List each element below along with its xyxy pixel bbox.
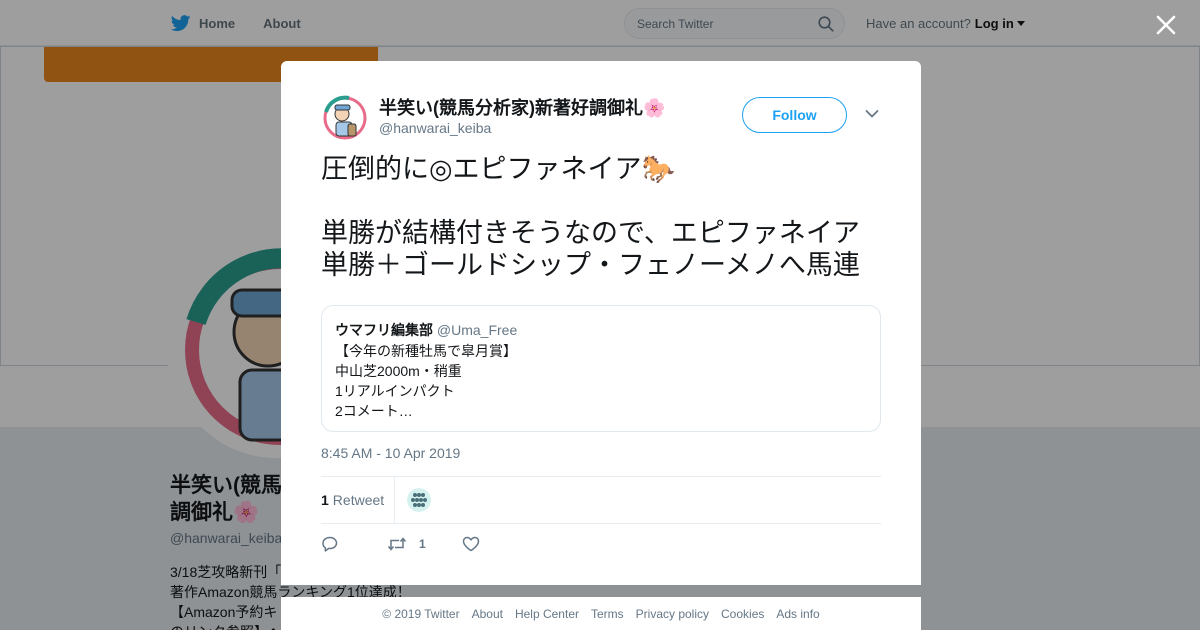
footer-copyright: © 2019 Twitter: [382, 606, 460, 621]
retweeter-avatar-image: [407, 488, 432, 512]
quoted-tweet[interactable]: ウマフリ編集部 @Uma_Free 【今年の新種牡馬で皐月賞】 中山芝2000m…: [321, 305, 881, 432]
author-handle[interactable]: @hanwarai_keiba: [379, 120, 491, 136]
retweet-stat[interactable]: 1 Retweet: [321, 476, 396, 524]
footer-cookies-link[interactable]: Cookies: [721, 607, 764, 621]
reply-button[interactable]: [321, 535, 351, 553]
quoted-text-line2: 中山芝2000m・稍重: [335, 363, 462, 379]
footer-terms-link[interactable]: Terms: [591, 607, 624, 621]
close-icon: [1156, 15, 1176, 35]
tweet-timestamp[interactable]: 8:45 AM - 10 Apr 2019: [321, 445, 460, 461]
footer-help-link[interactable]: Help Center: [515, 607, 579, 621]
retweet-button[interactable]: 1: [387, 536, 426, 552]
retweet-icon: [387, 537, 407, 551]
author-name[interactable]: 半笑い(競馬分析家)新著好調御礼🌸: [379, 94, 665, 120]
quoted-text-line3: 1リアルインパクト: [335, 383, 455, 399]
author-avatar-image: [321, 92, 369, 140]
tweet-text-line3: 単勝＋ゴールドシップ・フェノーメノへ馬連: [321, 250, 860, 280]
tweet-text: 圧倒的に◎エピファネイア🐎 単勝が結構付きそうなので、エピファネイア 単勝＋ゴー…: [321, 153, 891, 281]
footer-about-link[interactable]: About: [472, 607, 503, 621]
author-avatar[interactable]: [321, 92, 369, 140]
close-button[interactable]: [1152, 11, 1180, 39]
tweet-actions: 1: [321, 535, 528, 553]
quoted-text-line4: 2コメート…: [335, 403, 413, 419]
quoted-text-line1: 【今年の新種牡馬で皐月賞】: [335, 343, 517, 359]
tweet-text-line1: 圧倒的に◎エピファネイア🐎: [321, 154, 676, 184]
follow-button[interactable]: Follow: [742, 97, 847, 133]
footer-privacy-link[interactable]: Privacy policy: [636, 607, 709, 621]
chevron-down-icon[interactable]: [865, 109, 879, 119]
footer-ads-link[interactable]: Ads info: [776, 607, 819, 621]
quoted-tweet-header: ウマフリ編集部 @Uma_Free: [335, 320, 867, 340]
quoted-author-handle: @Uma_Free: [436, 322, 518, 338]
footer: © 2019 Twitter About Help Center Terms P…: [281, 597, 921, 630]
tweet-modal: 半笑い(競馬分析家)新著好調御礼🌸 @hanwarai_keiba Follow…: [281, 61, 921, 585]
tweet-text-line2: 単勝が結構付きそうなので、エピファネイア: [321, 218, 860, 248]
retweeter-avatar[interactable]: [407, 488, 432, 512]
quoted-author-name: ウマフリ編集部: [335, 322, 433, 338]
heart-icon: [462, 536, 479, 552]
retweet-stat-label: Retweet: [332, 492, 385, 508]
tweet-stats: 1 Retweet: [321, 476, 881, 524]
reply-icon: [322, 536, 338, 552]
retweet-count: 1: [419, 537, 426, 551]
retweet-stat-count: 1: [321, 492, 329, 508]
like-button[interactable]: [462, 536, 492, 552]
